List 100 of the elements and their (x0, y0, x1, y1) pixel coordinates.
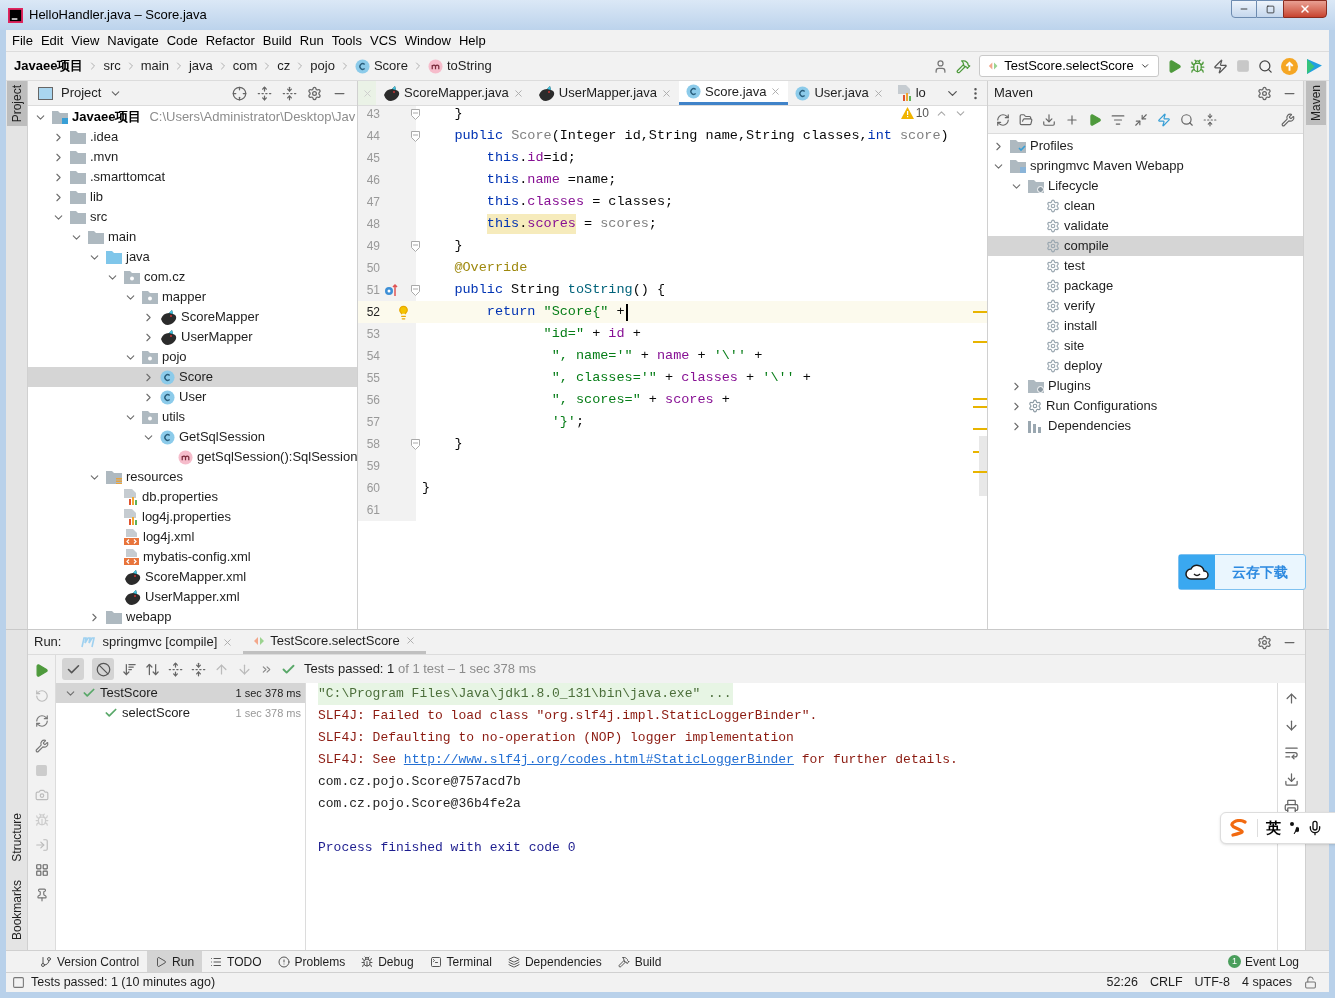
tree-item[interactable]: pojo (28, 347, 357, 367)
tree-item[interactable]: install (988, 316, 1303, 336)
tree-item[interactable]: Lifecycle (988, 176, 1303, 196)
menu-item[interactable]: Run (295, 30, 328, 51)
tool-window-button[interactable]: Dependencies (499, 951, 610, 972)
menu-item[interactable]: Help (454, 30, 490, 51)
tool-window-button[interactable]: TODO (202, 951, 270, 972)
menu-item[interactable]: Refactor (201, 30, 259, 51)
status-item[interactable]: 52:26 (1106, 973, 1138, 992)
breadcrumb[interactable]: java (186, 56, 215, 76)
tree-item[interactable]: UserMapper.xml (28, 587, 357, 607)
menu-item[interactable]: File (8, 30, 37, 51)
editor-tab[interactable]: lo (890, 81, 933, 105)
tree-item[interactable]: ScoreMapper (28, 307, 357, 327)
run-tab[interactable]: springmvc [compile] (71, 630, 244, 654)
editor-tab[interactable]: ScoreMapper.java (376, 81, 531, 105)
editor-tab[interactable]: User.java (788, 81, 891, 105)
line-number: 53 (365, 326, 380, 343)
menu-item[interactable]: View (67, 30, 104, 51)
tree-item[interactable]: main (28, 227, 357, 247)
tree-item[interactable]: mapper (28, 287, 357, 307)
menu-item[interactable]: Edit (36, 30, 68, 51)
tree-item[interactable]: springmvc Maven Webapp (988, 156, 1303, 176)
menu-item[interactable]: Tools (327, 30, 366, 51)
tree-item[interactable]: test (988, 256, 1303, 276)
tree-item[interactable]: validate (988, 216, 1303, 236)
tree-item[interactable]: verify (988, 296, 1303, 316)
tool-window-button[interactable]: Version Control (32, 951, 148, 972)
tree-item[interactable]: .idea (28, 127, 357, 147)
tree-item[interactable]: deploy (988, 356, 1303, 376)
test-status: Tests passed: 1 of 1 test – 1 sec 378 ms (304, 660, 536, 679)
breadcrumb[interactable]: com (230, 56, 260, 76)
tree-item[interactable]: Javaee项目 C:\Users\Administrator\Desktop\Jav (28, 107, 357, 127)
tree-item[interactable]: src (28, 207, 357, 227)
run-configuration-dropdown[interactable]: TestScore.selectScore (979, 55, 1159, 77)
tree-item[interactable]: ScoreMapper.xml (28, 567, 357, 587)
tool-window-tab[interactable]: Maven (1305, 81, 1326, 126)
editor-tab[interactable]: Score.java (679, 81, 789, 105)
tree-item[interactable]: log4j.xml (28, 527, 357, 547)
tool-window-button[interactable]: Terminal (421, 951, 500, 972)
status-item[interactable]: 4 spaces (1241, 973, 1292, 992)
line-number: 50 (365, 260, 380, 277)
tree-item[interactable]: java (28, 247, 357, 267)
test-tree-item[interactable]: TestScore 1 sec 378 ms (56, 683, 305, 703)
tool-window-tab[interactable]: Bookmarks (6, 875, 27, 944)
tree-item[interactable]: User (28, 387, 357, 407)
tree-item[interactable]: clean (988, 196, 1303, 216)
breadcrumb[interactable]: Javaee项目 (12, 56, 86, 76)
menu-item[interactable]: Build (258, 30, 296, 51)
breadcrumb[interactable]: toString (425, 56, 494, 76)
tree-item[interactable]: .mvn (28, 147, 357, 167)
tree-item[interactable]: Dependencies (988, 416, 1303, 436)
breadcrumb[interactable]: cz (275, 56, 293, 76)
console-link[interactable]: http://www.slf4j.org/codes.html#StaticLoggerBinder (403, 752, 794, 767)
event-log-button[interactable]: 1 Event Log (1227, 951, 1299, 972)
tree-item[interactable]: Profiles (988, 136, 1303, 156)
test-tree-item[interactable]: selectScore 1 sec 378 ms (56, 703, 305, 723)
tree-item[interactable]: Run Configurations (988, 396, 1303, 416)
tree-item[interactable]: utils (28, 407, 357, 427)
tree-item[interactable]: GetSqlSession (28, 427, 357, 447)
tree-item[interactable]: Score (28, 367, 357, 387)
tree-item[interactable]: db.properties (28, 487, 357, 507)
breadcrumb[interactable]: main (138, 56, 171, 76)
tree-item[interactable]: resources (28, 467, 357, 487)
line-number: 46 (365, 172, 380, 189)
menu-item[interactable]: Navigate (103, 30, 163, 51)
tool-window-button[interactable]: Build (609, 951, 670, 972)
tree-item[interactable]: lib (28, 187, 357, 207)
code-token: . (519, 148, 528, 167)
code-token: ; (648, 214, 657, 233)
tree-item[interactable]: getSqlSession():SqlSession (28, 447, 357, 467)
status-item[interactable]: UTF-8 (1194, 973, 1230, 992)
tree-item[interactable]: mybatis-config.xml (28, 547, 357, 567)
tree-item[interactable]: compile (988, 236, 1303, 256)
breadcrumb[interactable]: pojo (308, 56, 337, 76)
tree-item[interactable]: package (988, 276, 1303, 296)
tree-item[interactable]: UserMapper (28, 327, 357, 347)
warning-count[interactable]: 10 (900, 106, 929, 120)
tree-item[interactable]: Plugins (988, 376, 1303, 396)
editor-tab[interactable]: UserMapper.java (530, 81, 680, 105)
menu-item[interactable]: VCS (366, 30, 401, 51)
run-tab[interactable]: TestScore.selectScore (243, 630, 426, 654)
menu-item[interactable]: Code (162, 30, 202, 51)
tree-item[interactable]: log4j.properties (28, 507, 357, 527)
breadcrumb[interactable]: src (101, 56, 123, 76)
tool-window-tab[interactable]: Structure (6, 809, 27, 866)
tree-item[interactable]: site (988, 336, 1303, 356)
tree-item[interactable]: webapp (28, 607, 357, 627)
menu-item[interactable]: Window (400, 30, 455, 51)
ime-mode[interactable]: 英 (1266, 816, 1281, 840)
test-duration: 1 sec 378 ms (235, 685, 301, 701)
breadcrumb[interactable]: Score (352, 56, 410, 76)
panel-title[interactable]: Project (61, 83, 102, 103)
tree-item[interactable]: com.cz (28, 267, 357, 287)
tool-window-button[interactable]: Debug (353, 951, 422, 972)
tool-window-button[interactable]: Problems (269, 951, 354, 972)
tool-window-button[interactable]: Run (147, 951, 203, 972)
tool-window-tab[interactable]: Project (6, 81, 27, 127)
tree-item[interactable]: .smarttomcat (28, 167, 357, 187)
status-item[interactable]: CRLF (1149, 973, 1183, 992)
